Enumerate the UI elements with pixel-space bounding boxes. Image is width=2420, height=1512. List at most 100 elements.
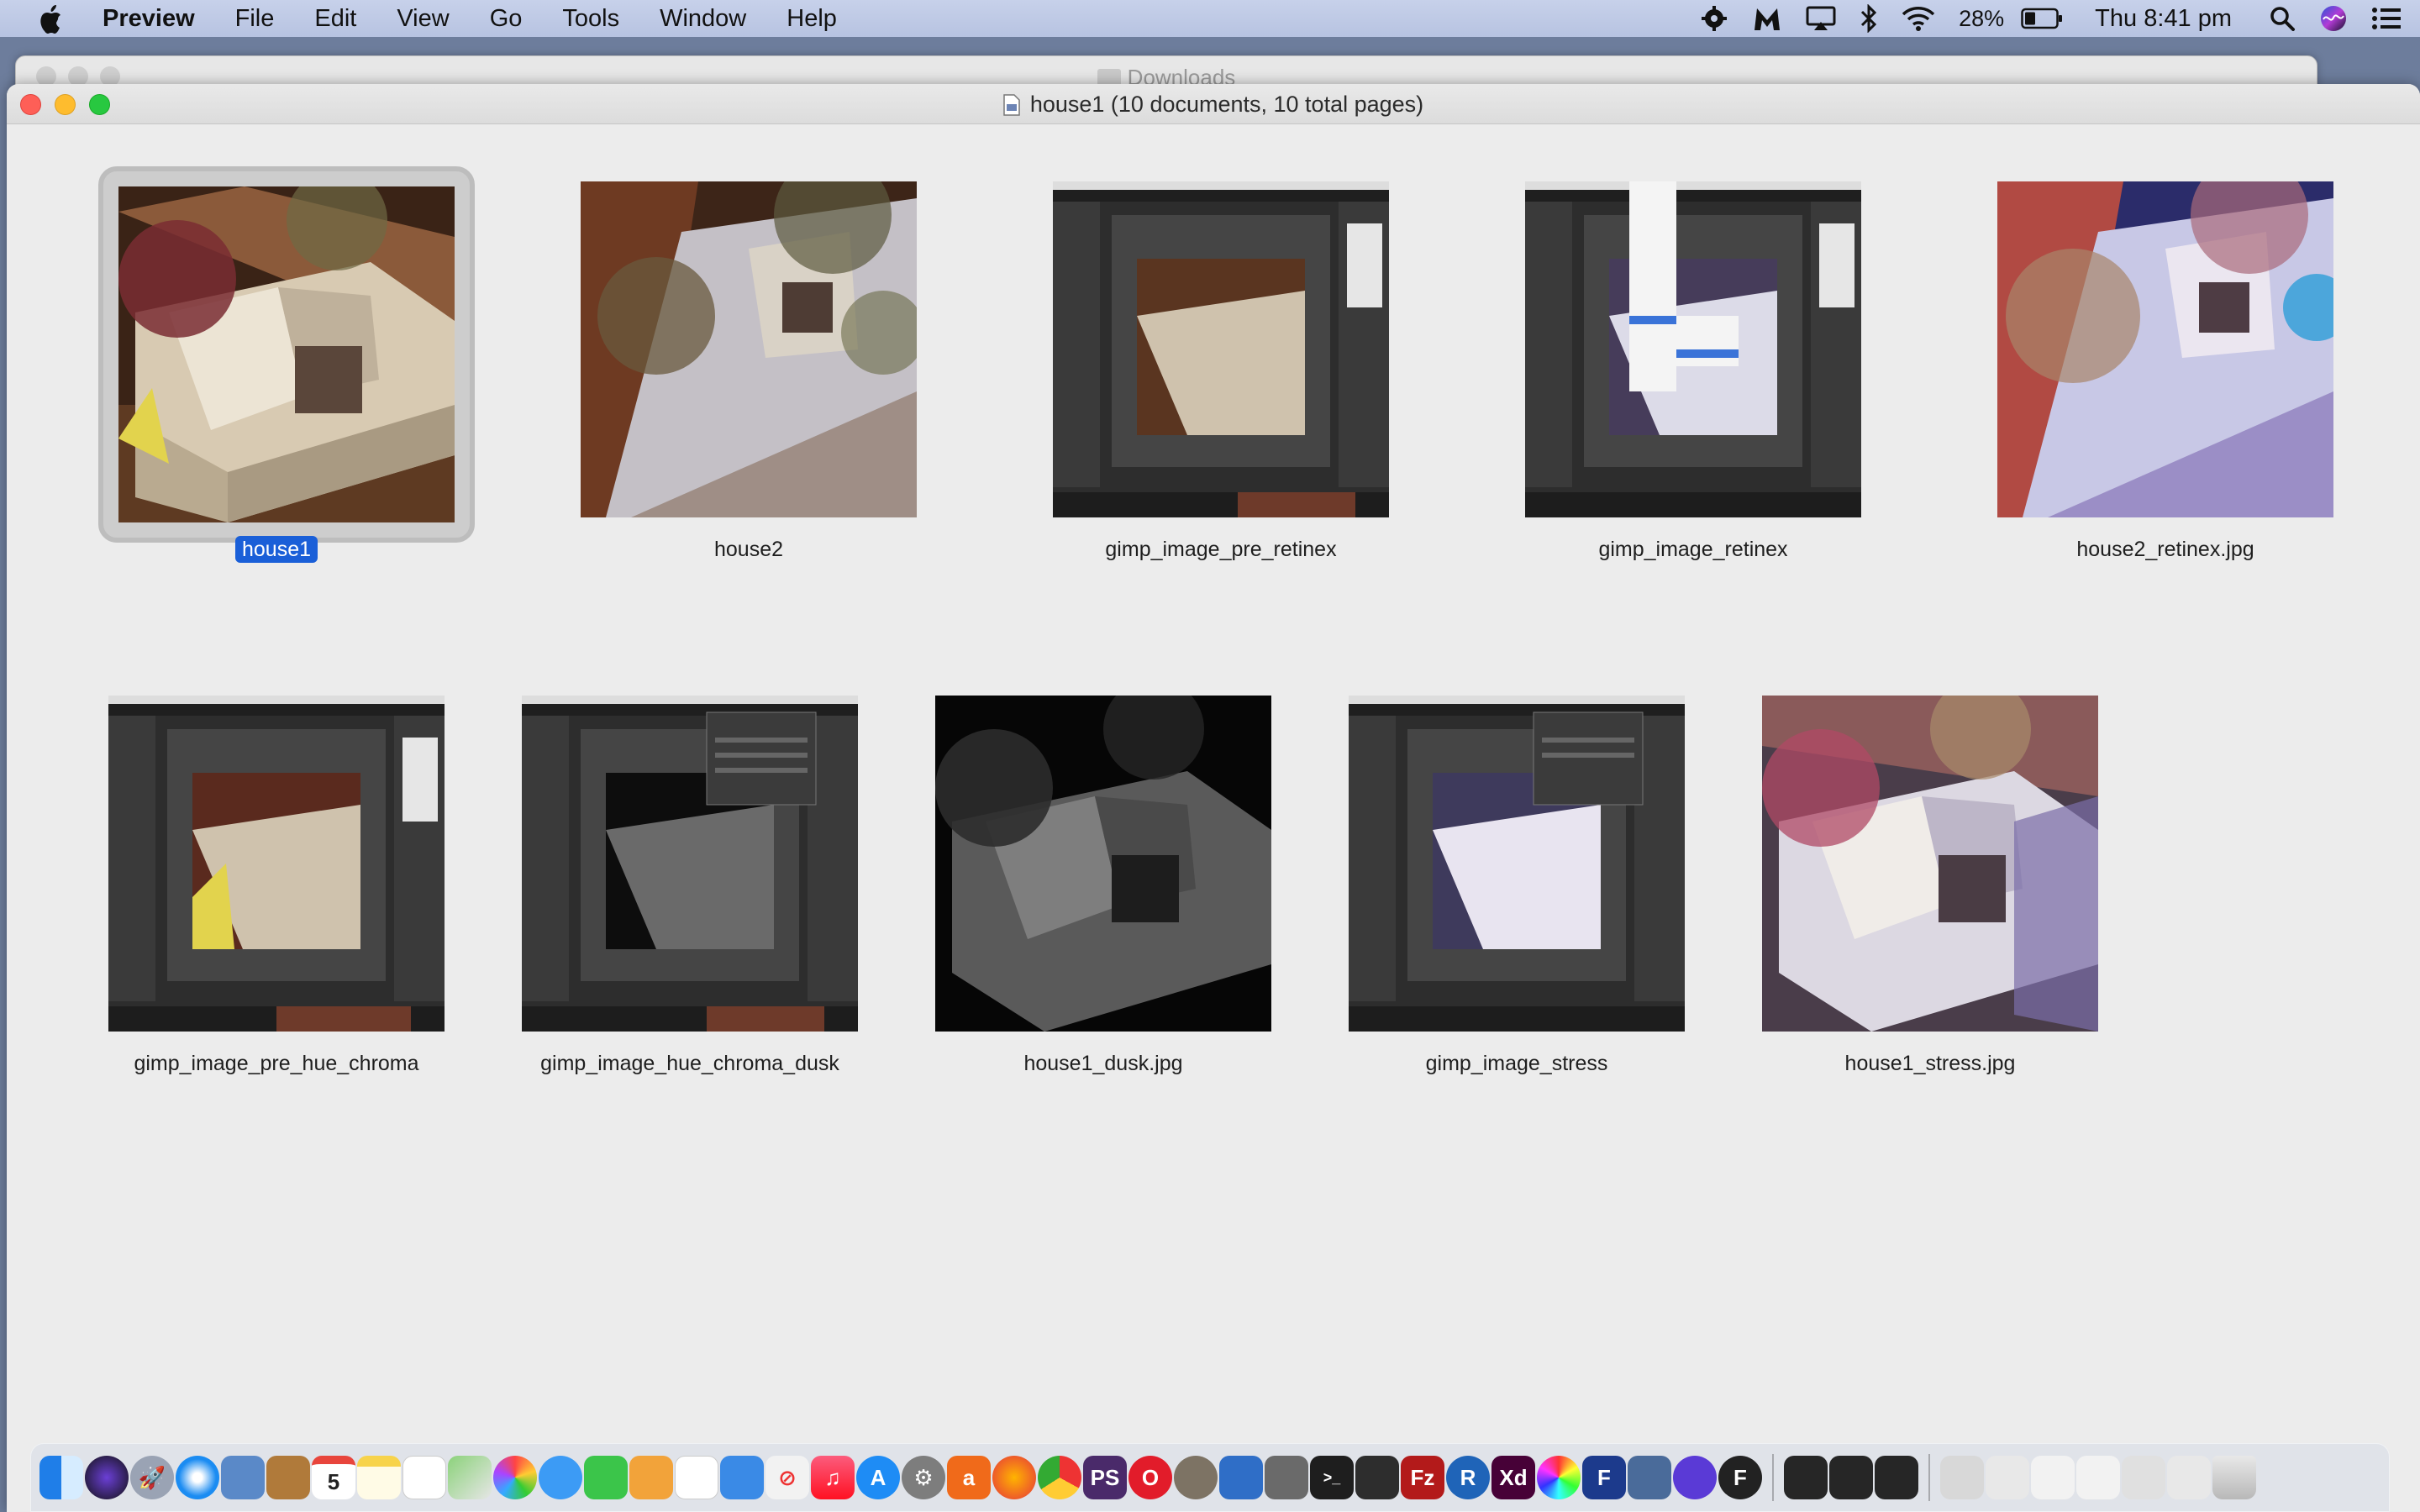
- thumbnail-image: [1053, 181, 1389, 517]
- document-thumbnail[interactable]: house1: [83, 166, 475, 652]
- app-store-icon[interactable]: A: [856, 1456, 900, 1499]
- menu-app-preview[interactable]: Preview: [92, 5, 215, 33]
- document-thumbnail[interactable]: house2: [555, 181, 942, 652]
- news-icon[interactable]: ⊘: [765, 1456, 809, 1499]
- document-label: house2_retinex.jpg: [2076, 538, 2254, 561]
- calendar-icon[interactable]: 5: [312, 1456, 355, 1499]
- minimized-window-icon[interactable]: [1940, 1456, 1984, 1499]
- menu-help[interactable]: Help: [766, 5, 857, 33]
- menu-view[interactable]: View: [376, 5, 469, 33]
- document-grid: house1 house2 gimp_image_pre_retinex gim…: [7, 84, 2420, 1512]
- notification-center-icon[interactable]: [2360, 6, 2420, 31]
- color-wheel-icon[interactable]: [1537, 1456, 1581, 1499]
- thumbnail-image: [581, 181, 917, 517]
- inkscape-icon[interactable]: [1355, 1456, 1399, 1499]
- battery-icon[interactable]: [2009, 8, 2075, 29]
- document-thumbnail[interactable]: gimp_image_retinex: [1500, 181, 1886, 652]
- siri-icon[interactable]: [2307, 4, 2360, 33]
- messages-icon[interactable]: [539, 1456, 582, 1499]
- spotlight-search-icon[interactable]: [2257, 5, 2307, 32]
- screen-share-icon[interactable]: [1628, 1456, 1671, 1499]
- thumbnail-image: [1762, 696, 2098, 1032]
- menu-bar: Preview File Edit View Go Tools Window H…: [0, 0, 2420, 37]
- thumbnail-image: [1349, 696, 1685, 1032]
- document-thumbnail[interactable]: gimp_image_pre_retinex: [1028, 181, 1414, 652]
- menu-tools[interactable]: Tools: [542, 5, 639, 33]
- dock: 🚀 5 ⊘ ♫ A ⚙ a PS O >_ Fz R Xd F F: [30, 1443, 2390, 1512]
- terminal-window-icon[interactable]: [1875, 1456, 1918, 1499]
- facetime-icon[interactable]: [584, 1456, 628, 1499]
- preview-window: house1 (10 documents, 10 total pages) ho…: [7, 84, 2420, 1512]
- document-label: gimp_image_pre_retinex: [1105, 538, 1337, 561]
- dock-separator: [1928, 1454, 1930, 1501]
- document-thumbnail[interactable]: gimp_image_stress: [1323, 696, 1710, 1166]
- maps-icon[interactable]: [448, 1456, 492, 1499]
- battery-percent: 28%: [1959, 5, 2005, 31]
- notes-brown-icon[interactable]: [266, 1456, 310, 1499]
- wacom-icon[interactable]: [1219, 1456, 1263, 1499]
- flowchart-icon[interactable]: F: [1582, 1456, 1626, 1499]
- terminal-window-icon[interactable]: [1829, 1456, 1873, 1499]
- document-label: gimp_image_retinex: [1598, 538, 1788, 561]
- malwarebytes-icon[interactable]: [1740, 5, 1794, 32]
- document-thumbnail[interactable]: gimp_image_hue_chroma_dusk: [497, 696, 883, 1166]
- document-thumbnail[interactable]: house1_stress.jpg: [1737, 696, 2123, 1166]
- font-icon[interactable]: F: [1718, 1456, 1762, 1499]
- document-label: house1_dusk.jpg: [1023, 1052, 1183, 1075]
- document-label: house2: [713, 538, 784, 561]
- siri-icon[interactable]: [85, 1456, 129, 1499]
- document-label: gimp_image_hue_chroma_dusk: [540, 1052, 839, 1075]
- preview-icon[interactable]: [221, 1456, 265, 1499]
- minimized-window-icon[interactable]: [1986, 1456, 2029, 1499]
- trash-icon[interactable]: [2212, 1456, 2256, 1499]
- xd-icon[interactable]: Xd: [1491, 1456, 1535, 1499]
- r-icon[interactable]: R: [1446, 1456, 1490, 1499]
- wifi-icon[interactable]: [1890, 6, 1947, 31]
- menu-go[interactable]: Go: [470, 5, 543, 33]
- dock-separator: [1772, 1454, 1774, 1501]
- thumbnail-image: [108, 696, 445, 1032]
- launchpad-icon[interactable]: 🚀: [130, 1456, 174, 1499]
- photoshop-icon[interactable]: PS: [1083, 1456, 1127, 1499]
- document-thumbnail[interactable]: house1_dusk.jpg: [910, 696, 1297, 1166]
- apple-menu-icon[interactable]: [34, 2, 67, 35]
- minimized-window-icon[interactable]: [2031, 1456, 2075, 1499]
- bluetooth-icon[interactable]: [1848, 4, 1890, 33]
- airplay-icon[interactable]: [1794, 5, 1848, 32]
- document-label: house1: [234, 536, 318, 563]
- minimized-window-icon[interactable]: [2076, 1456, 2120, 1499]
- document-label: house1_stress.jpg: [1844, 1052, 2016, 1075]
- gimp-tools-icon[interactable]: [1265, 1456, 1308, 1499]
- gimp-icon[interactable]: [1174, 1456, 1218, 1499]
- pages-icon[interactable]: [629, 1456, 673, 1499]
- photos-icon[interactable]: [493, 1456, 537, 1499]
- document-label: gimp_image_pre_hue_chroma: [134, 1052, 419, 1075]
- chrome-icon[interactable]: [1038, 1456, 1081, 1499]
- safari-icon[interactable]: [176, 1456, 219, 1499]
- terminal-window-icon[interactable]: [1784, 1456, 1828, 1499]
- music-icon[interactable]: ♫: [811, 1456, 855, 1499]
- menu-window[interactable]: Window: [639, 5, 766, 33]
- menu-file[interactable]: File: [215, 5, 295, 33]
- opera-icon[interactable]: O: [1128, 1456, 1172, 1499]
- thumbnail-image: [522, 696, 858, 1032]
- audacity-icon[interactable]: a: [947, 1456, 991, 1499]
- system-preferences-icon[interactable]: ⚙: [902, 1456, 945, 1499]
- reminders-icon[interactable]: [402, 1456, 446, 1499]
- finder-icon[interactable]: [39, 1456, 83, 1499]
- clock[interactable]: Thu 8:41 pm: [2075, 5, 2257, 33]
- document-label: gimp_image_stress: [1425, 1052, 1608, 1075]
- notes-icon[interactable]: [357, 1456, 401, 1499]
- document-thumbnail[interactable]: gimp_image_pre_hue_chroma: [83, 696, 470, 1166]
- menu-edit[interactable]: Edit: [294, 5, 376, 33]
- minimized-window-icon[interactable]: [2122, 1456, 2165, 1499]
- terminal-icon[interactable]: >_: [1310, 1456, 1354, 1499]
- filezilla-icon[interactable]: Fz: [1401, 1456, 1444, 1499]
- numbers-icon[interactable]: [675, 1456, 718, 1499]
- gear-status-icon[interactable]: [1688, 4, 1740, 33]
- minimized-window-icon[interactable]: [2167, 1456, 2211, 1499]
- firefox-icon[interactable]: [992, 1456, 1036, 1499]
- keynote-icon[interactable]: [720, 1456, 764, 1499]
- audiobook-icon[interactable]: [1673, 1456, 1717, 1499]
- document-thumbnail[interactable]: house2_retinex.jpg: [1972, 181, 2359, 652]
